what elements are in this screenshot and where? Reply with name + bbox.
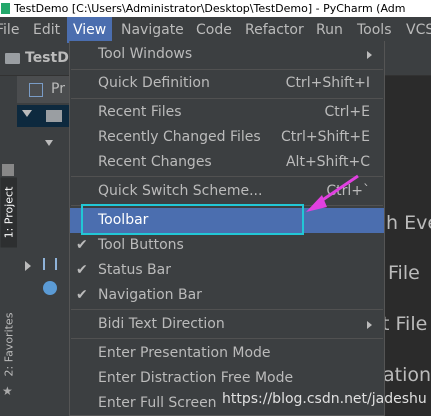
watermark: https://blog.csdn.net/jadeshu — [222, 391, 427, 407]
annotation-arrow-icon — [306, 174, 359, 212]
